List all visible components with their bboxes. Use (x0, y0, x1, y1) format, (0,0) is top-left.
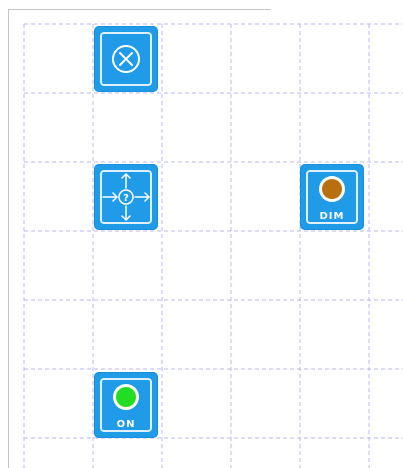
close-tile[interactable] (94, 26, 158, 92)
dim-label: DIM (319, 211, 345, 222)
lamp-dim-icon (319, 176, 345, 202)
move-help-tile[interactable]: ? (94, 164, 158, 230)
close-circle-icon (112, 45, 140, 73)
lamp-core (322, 179, 342, 199)
lamp-core (116, 387, 136, 407)
on-lamp-tile[interactable]: ON (94, 372, 158, 438)
grid-canvas: ? DIM ON (0, 0, 403, 468)
grid-lines (23, 23, 403, 468)
move-help-icon: ? (102, 173, 150, 221)
lamp-on-icon (113, 384, 139, 410)
dim-lamp-tile[interactable]: DIM (300, 164, 364, 230)
on-label: ON (116, 419, 136, 430)
svg-text:?: ? (123, 193, 129, 204)
